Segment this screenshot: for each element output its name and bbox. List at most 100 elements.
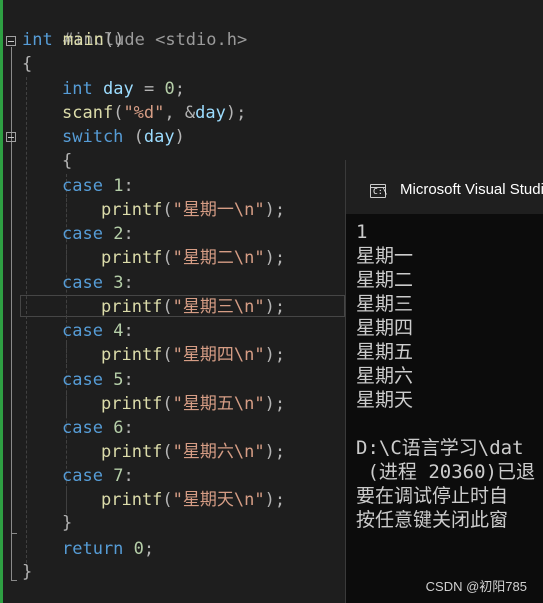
- console-line: 星期二: [356, 269, 414, 291]
- string-literal: "星期三\n": [172, 297, 265, 317]
- paren-open: (: [162, 490, 173, 510]
- number-literal: 0: [164, 79, 175, 99]
- indent-guide: [66, 295, 67, 319]
- code-line-printf: printf("星期四\n");: [101, 343, 285, 367]
- arg-separator: , &: [164, 103, 196, 123]
- fold-toggle-switch-icon[interactable]: [6, 132, 16, 142]
- code-line-close-brace: }: [22, 560, 32, 584]
- code-line-case: case 5:: [62, 368, 134, 392]
- fold-end-main: [11, 580, 17, 581]
- paren-open: (: [162, 394, 173, 414]
- console-window-icon: C:\: [370, 184, 387, 198]
- git-change-bar: [0, 0, 3, 603]
- fold-line-switch: [11, 143, 12, 533]
- code-line-printf: printf("星期天\n");: [101, 488, 285, 512]
- code-line-main-signature: int main(): [22, 28, 124, 52]
- colon: :: [123, 273, 134, 293]
- function-printf: printf: [101, 394, 163, 414]
- keyword-return: return: [62, 539, 124, 559]
- case-number: 2: [113, 224, 124, 244]
- fold-toggle-main-icon[interactable]: [6, 36, 16, 46]
- brace: }: [62, 513, 73, 533]
- var-day: day: [102, 79, 134, 99]
- var-day: day: [195, 103, 226, 123]
- keyword-case: case: [62, 321, 103, 341]
- function-printf: printf: [101, 490, 163, 510]
- function-printf: printf: [101, 442, 163, 462]
- string-literal: "星期二\n": [172, 248, 265, 268]
- paren-close: );: [264, 200, 286, 220]
- brace: {: [22, 54, 33, 74]
- case-number: 4: [113, 321, 124, 341]
- indent-guide: [66, 198, 67, 222]
- code-line-printf: printf("星期五\n");: [101, 392, 285, 416]
- function-printf: printf: [101, 297, 163, 317]
- colon: :: [123, 224, 134, 244]
- brace: }: [22, 562, 33, 582]
- semicolon: ;: [143, 539, 155, 559]
- colon: :: [123, 176, 134, 196]
- console-line: 要在调试停止时自: [356, 485, 509, 507]
- console-line: 星期四: [356, 317, 414, 339]
- paren-open: (: [162, 200, 173, 220]
- code-line-return: return 0;: [62, 537, 154, 561]
- keyword-int: int: [22, 30, 53, 50]
- function-scanf: scanf: [62, 103, 114, 123]
- debug-console-window[interactable]: C:\ Microsoft Visual Studio 1 星期一 星期二 星期三 星期…: [345, 160, 543, 603]
- paren-close: ): [174, 127, 185, 147]
- function-main: main: [62, 30, 104, 50]
- string-literal: "星期一\n": [172, 200, 265, 220]
- semicolon: ;: [174, 79, 185, 99]
- console-title: Microsoft Visual Studio: [400, 181, 543, 198]
- keyword-case: case: [62, 370, 103, 390]
- paren-close: );: [264, 490, 286, 510]
- format-string: "%d": [123, 103, 165, 123]
- indent-guide: [66, 488, 67, 512]
- case-number: 1: [113, 176, 124, 196]
- console-titlebar[interactable]: C:\ Microsoft Visual Studio: [346, 160, 543, 214]
- paren-close: );: [264, 345, 286, 365]
- keyword-case: case: [62, 466, 103, 486]
- code-line-case: case 7:: [62, 464, 134, 488]
- code-line-case: case 1:: [62, 174, 134, 198]
- code-line-scanf: scanf("%d", &day);: [62, 101, 246, 125]
- string-literal: "星期六\n": [172, 442, 265, 462]
- code-line-include: #include <stdio.h>: [22, 4, 247, 50]
- keyword-case: case: [62, 224, 103, 244]
- keyword-int: int: [62, 79, 93, 99]
- code-line-printf: printf("星期六\n");: [101, 440, 285, 464]
- keyword-case: case: [62, 176, 103, 196]
- colon: :: [123, 370, 134, 390]
- console-line: 星期五: [356, 341, 414, 363]
- code-line-switch-close: }: [62, 511, 72, 535]
- brace: {: [62, 151, 73, 171]
- indent-guide: [66, 246, 67, 270]
- paren-open: (: [133, 127, 144, 147]
- keyword-case: case: [62, 273, 103, 293]
- case-number: 6: [113, 418, 124, 438]
- console-line: 星期六: [356, 365, 414, 387]
- code-line-printf: printf("星期三\n");: [101, 295, 285, 319]
- indent-guide: [66, 392, 67, 416]
- code-line-switch: switch (day): [62, 125, 185, 149]
- paren-open: (: [113, 103, 124, 123]
- console-line: 星期天: [356, 389, 414, 411]
- paren-close: );: [264, 442, 286, 462]
- keyword-case: case: [62, 418, 103, 438]
- fold-end-switch: [11, 533, 17, 534]
- console-output: 1 星期一 星期二 星期三 星期四 星期五 星期六 星期天 D:\C语言学习\dat (进程 2…: [356, 220, 543, 532]
- csdn-watermark: CSDN @初阳785: [425, 579, 527, 594]
- code-line-case: case 4:: [62, 319, 134, 343]
- paren-close: );: [225, 103, 247, 123]
- function-printf: printf: [101, 248, 163, 268]
- code-line-printf: printf("星期二\n");: [101, 246, 285, 270]
- console-line: D:\C语言学习\dat: [356, 437, 524, 459]
- keyword-switch: switch: [62, 127, 124, 147]
- indent-guide: [66, 343, 67, 367]
- paren-open: (: [162, 442, 173, 462]
- indent-guide: [26, 77, 27, 563]
- paren-open: (: [162, 345, 173, 365]
- paren-close: );: [264, 297, 286, 317]
- console-line: (进程 20360)已退: [356, 461, 535, 483]
